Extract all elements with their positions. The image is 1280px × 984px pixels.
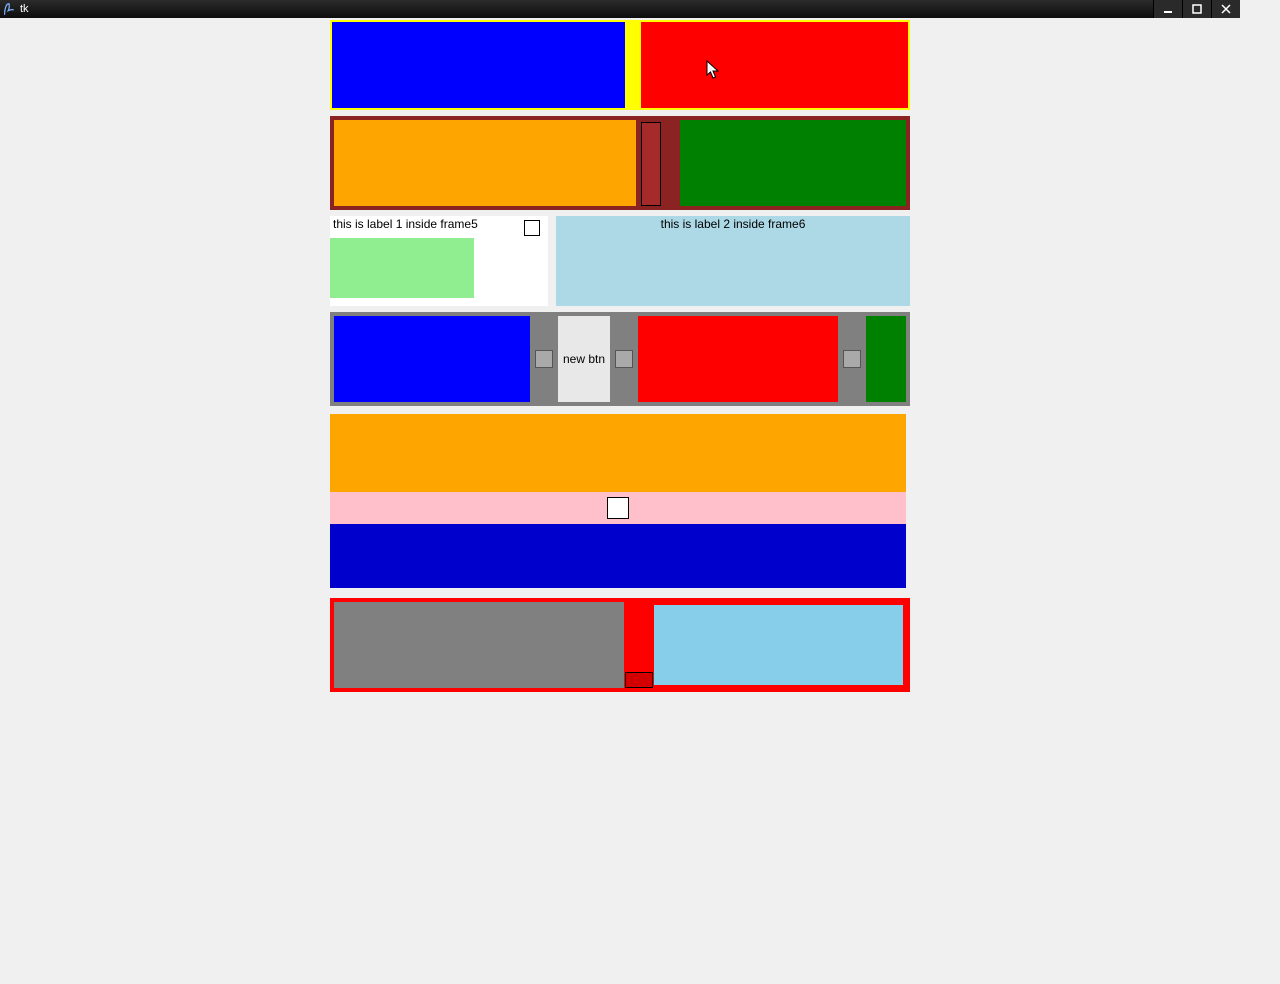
frame4-red-panel xyxy=(638,316,838,402)
frame2-gap xyxy=(666,120,680,206)
checkbox-3[interactable] xyxy=(615,350,633,368)
frame-4: new btn xyxy=(330,312,910,406)
checkbox-5[interactable] xyxy=(607,497,629,519)
new-btn-label: new btn xyxy=(563,352,605,366)
close-button[interactable] xyxy=(1211,0,1240,18)
frame1-blue-panel xyxy=(332,22,625,108)
maximize-button[interactable] xyxy=(1182,0,1211,18)
frame-7 xyxy=(330,414,906,588)
frame7-mid-row xyxy=(330,492,906,524)
frame8-gray-panel xyxy=(334,602,624,688)
frame-5: this is label 1 inside frame5 xyxy=(330,216,516,306)
label-2: this is label 2 inside frame6 xyxy=(659,216,808,232)
frame2-orange-panel xyxy=(334,120,636,206)
frame2-slider[interactable] xyxy=(636,120,666,206)
frame-2 xyxy=(330,116,910,210)
frame4-check-a xyxy=(530,316,558,402)
minimize-button[interactable] xyxy=(1153,0,1182,18)
frame2-green-panel xyxy=(680,120,906,206)
frame-8 xyxy=(330,598,910,692)
frame4-check-c xyxy=(838,316,866,402)
frame3-gap xyxy=(548,216,556,306)
frame8-slider-thumb[interactable] xyxy=(625,672,653,688)
client-area: this is label 1 inside frame5 this is la… xyxy=(0,18,1240,692)
frame-1 xyxy=(330,20,910,110)
new-btn-button[interactable]: new btn xyxy=(558,316,610,402)
frame8-sky-panel xyxy=(654,605,903,685)
window-title: tk xyxy=(20,3,29,15)
frame7-blue-panel xyxy=(330,524,906,588)
checkbox-2[interactable] xyxy=(535,350,553,368)
checkbox-4[interactable] xyxy=(843,350,861,368)
frame2-slider-thumb[interactable] xyxy=(641,122,661,206)
frame7-orange-panel xyxy=(330,414,906,492)
frame1-red-panel xyxy=(641,22,908,108)
frame8-slider[interactable] xyxy=(624,602,654,688)
titlebar: tk xyxy=(0,0,1240,18)
frame3-check-column xyxy=(516,216,548,306)
frame-stack: this is label 1 inside frame5 this is la… xyxy=(330,20,910,692)
frame4-blue-panel xyxy=(334,316,530,402)
frame-6: this is label 2 inside frame6 xyxy=(556,216,910,306)
checkbox-1[interactable] xyxy=(524,220,540,236)
frame5-lightgreen-panel xyxy=(330,238,474,298)
frame4-green-panel xyxy=(866,316,906,402)
frame-3: this is label 1 inside frame5 this is la… xyxy=(330,216,910,306)
frame4-check-b xyxy=(610,316,638,402)
app-icon xyxy=(2,2,16,16)
label-1: this is label 1 inside frame5 xyxy=(330,216,482,234)
frame1-gap xyxy=(625,22,641,108)
